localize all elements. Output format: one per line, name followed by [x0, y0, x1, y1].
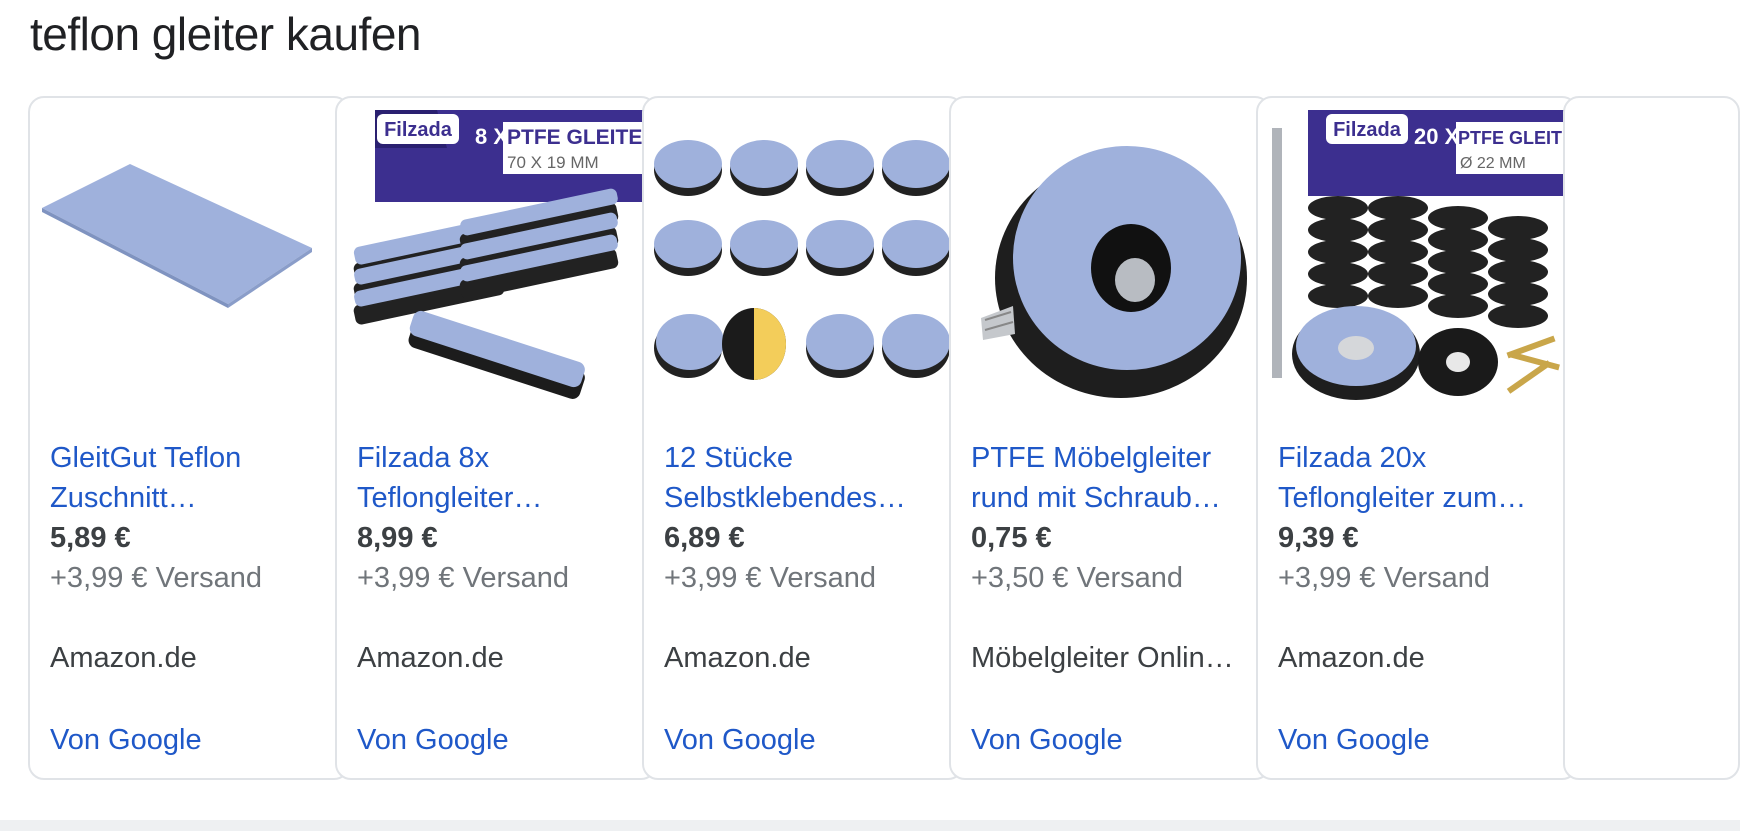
shipping-cost: +3,99 € Versand [50, 562, 263, 594]
title-line: Zuschnitt… [50, 482, 197, 514]
shipping-cost: +3,99 € Versand [664, 562, 877, 594]
merchant-name: Möbelgleiter Onlin… [971, 642, 1234, 674]
product-card[interactable]: Filzada 8 X PTFE GLEITER 70 X 19 MM Filz… [335, 96, 657, 780]
image-count: 20 X [1414, 124, 1460, 149]
title-line: GleitGut Teflon [50, 442, 242, 474]
title-line: Filzada 8x [357, 442, 490, 474]
shipping-cost: +3,99 € Versand [357, 562, 570, 594]
image-size: 70 X 19 MM [507, 153, 599, 172]
title-line: Filzada 20x [1278, 442, 1427, 474]
title-line: Teflongleiter… [357, 482, 543, 514]
product-title-link[interactable]: PTFE Möbelgleiter rund mit Schraub… [971, 438, 1259, 518]
product-card[interactable]: Filzada 20 X PTFE GLEITER Ø 22 MM [1256, 96, 1578, 780]
screw-glide-image[interactable] [961, 108, 1261, 418]
ptfe-sheet-image[interactable] [40, 108, 340, 418]
product-card[interactable]: GleitGut Teflon Zuschnitt… 5,89 € +3,99 … [28, 96, 350, 780]
merchant-name: Amazon.de [50, 642, 197, 674]
product-price: 0,75 € [971, 522, 1052, 554]
image-brand: Filzada [384, 119, 453, 141]
von-google-link[interactable]: Von Google [1278, 720, 1430, 760]
von-google-link[interactable]: Von Google [357, 720, 509, 760]
title-line: PTFE Möbelgleiter [971, 442, 1212, 474]
product-card[interactable]: PTFE Möbelgleiter rund mit Schraub… 0,75… [949, 96, 1271, 780]
shipping-cost: +3,99 € Versand [1278, 562, 1491, 594]
rectangular-glides-image[interactable]: Filzada 8 X PTFE GLEITER 70 X 19 MM [347, 108, 647, 418]
title-line: 12 Stücke [664, 442, 793, 474]
image-size: Ø 22 MM [1460, 155, 1526, 172]
title-line: Selbstklebendes… [664, 482, 906, 514]
merchant-name: Amazon.de [357, 642, 504, 674]
round-screw-glides-image[interactable]: Filzada 20 X PTFE GLEITER Ø 22 MM [1268, 108, 1568, 418]
product-price: 5,89 € [50, 522, 131, 554]
product-card-partial[interactable] [1563, 96, 1740, 780]
product-carousel[interactable]: GleitGut Teflon Zuschnitt… 5,89 € +3,99 … [28, 96, 1740, 782]
product-title-link[interactable]: Filzada 20x Teflongleiter zum… [1278, 438, 1566, 518]
product-price: 9,39 € [1278, 522, 1359, 554]
von-google-link[interactable]: Von Google [971, 720, 1123, 760]
product-price: 8,99 € [357, 522, 438, 554]
search-query-heading: teflon gleiter kaufen [30, 8, 422, 60]
shipping-cost: +3,50 € Versand [971, 562, 1184, 594]
product-title-link[interactable]: GleitGut Teflon Zuschnitt… [50, 438, 338, 518]
merchant-name: Amazon.de [664, 642, 811, 674]
section-divider [0, 820, 1740, 831]
title-line: Teflongleiter zum… [1278, 482, 1527, 514]
von-google-link[interactable]: Von Google [664, 720, 816, 760]
image-brand: Filzada [1333, 119, 1402, 141]
product-title-link[interactable]: Filzada 8x Teflongleiter… [357, 438, 645, 518]
von-google-link[interactable]: Von Google [50, 720, 202, 760]
product-title-link[interactable]: 12 Stücke Selbstklebendes… [664, 438, 952, 518]
product-price: 6,89 € [664, 522, 745, 554]
title-line: rund mit Schraub… [971, 482, 1221, 514]
product-card[interactable]: 12 Stücke Selbstklebendes… 6,89 € +3,99 … [642, 96, 964, 780]
merchant-name: Amazon.de [1278, 642, 1425, 674]
round-glides-image[interactable] [654, 108, 954, 418]
image-label: PTFE GLEITER [1458, 128, 1568, 148]
image-label: PTFE GLEITER [507, 126, 647, 149]
